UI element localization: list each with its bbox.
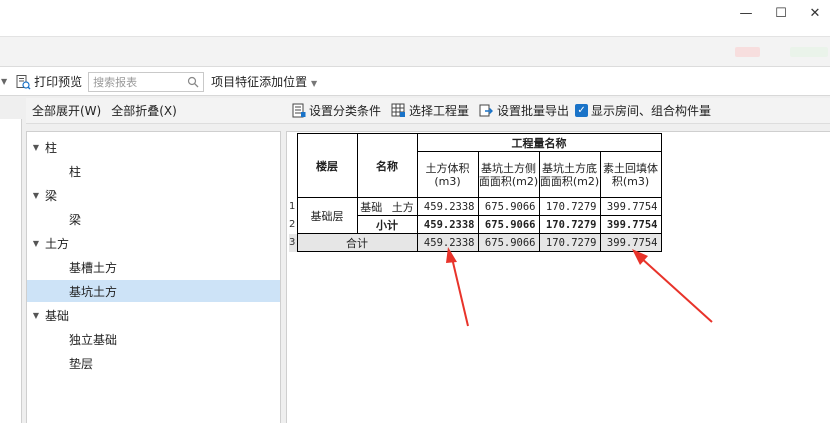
cell-subtotal-value[interactable]: 459.2338 bbox=[416, 215, 479, 234]
chevron-down-icon: ▼ bbox=[311, 79, 318, 88]
export-icon bbox=[479, 104, 494, 117]
tree-item-label: 垫层 bbox=[69, 356, 94, 371]
cell-value[interactable]: 399.7754 bbox=[599, 197, 662, 216]
item-name: 基础 bbox=[360, 200, 383, 214]
search-input[interactable]: 搜索报表 bbox=[88, 71, 205, 92]
classification-icon bbox=[292, 103, 306, 118]
left-gutter bbox=[0, 119, 22, 423]
main-area: 全部展开(W) 全部折叠(X) ▼ 柱 柱 ▼ 梁 梁 ▼ 土方 基槽土方 基坑… bbox=[0, 95, 830, 423]
cell-item-name[interactable]: 基础 土方 bbox=[356, 197, 418, 216]
cell-value[interactable]: 675.9066 bbox=[477, 197, 540, 216]
tree-node-label: 柱 bbox=[45, 140, 58, 155]
minimize-button[interactable]: — bbox=[731, 2, 761, 24]
print-preview-icon bbox=[16, 74, 31, 89]
show-rooms-label: 显示房间、组合构件量 bbox=[591, 104, 712, 118]
caret-down-icon[interactable]: ▼ bbox=[27, 311, 45, 320]
row-number: 1 bbox=[289, 197, 298, 216]
grid-select-icon bbox=[391, 103, 406, 117]
show-rooms-checkbox[interactable]: ✓ 显示房间、组合构件量 bbox=[575, 102, 711, 119]
tree-node-label: 土方 bbox=[45, 236, 70, 251]
row-number: 3 bbox=[289, 233, 298, 252]
report-tree: ▼ 柱 柱 ▼ 梁 梁 ▼ 土方 基槽土方 基坑土方 ▼ 基础 独立基础 垫层 bbox=[26, 131, 281, 423]
tree-node-foundation[interactable]: ▼ 基础 bbox=[27, 304, 280, 326]
cell-floor[interactable]: 基础层 bbox=[296, 197, 358, 234]
cell-subtotal-value[interactable]: 170.7279 bbox=[538, 215, 601, 234]
cell-total-value[interactable]: 170.7279 bbox=[538, 233, 601, 252]
tree-item-label: 基坑土方 bbox=[69, 284, 118, 299]
tree-item-column[interactable]: 柱 bbox=[27, 160, 280, 182]
tree-item-beam[interactable]: 梁 bbox=[27, 208, 280, 230]
item-subname: 土方 bbox=[391, 200, 414, 214]
header-name: 名称 bbox=[356, 133, 418, 198]
cell-value[interactable]: 170.7279 bbox=[538, 197, 601, 216]
expand-all-button[interactable]: 全部展开(W) bbox=[32, 102, 101, 119]
header-col-backfill-volume: 素土回填体积(m3) bbox=[599, 151, 662, 198]
ribbon-highlight bbox=[735, 47, 760, 57]
ribbon-strip bbox=[0, 36, 830, 67]
header-col-earth-volume: 土方体积(m3) bbox=[416, 151, 479, 198]
chevron-down-icon[interactable]: ▼ bbox=[1, 77, 7, 86]
tree-node-label: 梁 bbox=[45, 188, 58, 203]
header-col-side-area: 基坑土方侧面面积(m2) bbox=[477, 151, 540, 198]
row-number: 2 bbox=[289, 215, 298, 234]
cell-total-value[interactable]: 459.2338 bbox=[416, 233, 479, 252]
report-panel-toolbar: 设置分类条件 选择工程量 设置批量导出 ✓ 显示房间、组合构件量 bbox=[282, 98, 830, 124]
report-grid: 楼层 名称 工程量名称 土方体积(m3) 基坑土方侧面面积(m2) 基坑土方底面… bbox=[286, 131, 830, 423]
checkbox-checked-icon[interactable]: ✓ bbox=[575, 104, 589, 117]
maximize-button[interactable]: ☐ bbox=[766, 2, 796, 24]
tree-node-label: 基础 bbox=[45, 308, 70, 323]
cell-subtotal-label[interactable]: 小计 bbox=[356, 215, 418, 234]
cell-subtotal-value[interactable]: 399.7754 bbox=[599, 215, 662, 234]
ribbon-highlight bbox=[790, 47, 828, 57]
header-col-bottom-area: 基坑土方底面面积(m2) bbox=[538, 151, 601, 198]
title-bar: — ☐ ✕ bbox=[0, 0, 830, 26]
row-number-header bbox=[289, 133, 298, 198]
tree-node-earthwork[interactable]: ▼ 土方 bbox=[27, 232, 280, 254]
search-icon[interactable] bbox=[187, 76, 199, 88]
feature-position-dropdown[interactable]: 项目特征添加位置 ▼ bbox=[211, 73, 317, 90]
report-toolbar: ▼ 打印预览 搜索报表 项目特征添加位置 ▼ bbox=[0, 68, 830, 95]
tree-item-label: 梁 bbox=[69, 212, 82, 227]
tree-item-label: 独立基础 bbox=[69, 332, 118, 347]
select-quantity-button[interactable]: 选择工程量 bbox=[391, 102, 469, 119]
set-classification-label: 设置分类条件 bbox=[309, 104, 382, 118]
caret-down-icon[interactable]: ▼ bbox=[27, 191, 45, 200]
caret-down-icon[interactable]: ▼ bbox=[27, 143, 45, 152]
feature-position-label: 项目特征添加位置 bbox=[211, 75, 308, 89]
quantity-report-table: 楼层 名称 工程量名称 土方体积(m3) 基坑土方侧面面积(m2) 基坑土方底面… bbox=[289, 133, 662, 252]
cell-total-label[interactable]: 合计 bbox=[296, 233, 418, 252]
tree-item-label: 柱 bbox=[69, 164, 82, 179]
cell-value[interactable]: 459.2338 bbox=[416, 197, 479, 216]
select-quantity-label: 选择工程量 bbox=[409, 104, 470, 118]
tree-node-column[interactable]: ▼ 柱 bbox=[27, 136, 280, 158]
tree-item-trench-earthwork[interactable]: 基槽土方 bbox=[27, 256, 280, 278]
cell-subtotal-value[interactable]: 675.9066 bbox=[477, 215, 540, 234]
close-button[interactable]: ✕ bbox=[800, 2, 830, 24]
tree-item-isolated-footing[interactable]: 独立基础 bbox=[27, 328, 280, 350]
search-placeholder: 搜索报表 bbox=[93, 75, 138, 89]
cell-total-value[interactable]: 399.7754 bbox=[599, 233, 662, 252]
tree-item-label: 基槽土方 bbox=[69, 260, 118, 275]
header-quantity-group: 工程量名称 bbox=[416, 133, 662, 152]
set-batch-export-button[interactable]: 设置批量导出 bbox=[479, 102, 569, 119]
tree-actions: 全部展开(W) 全部折叠(X) bbox=[26, 98, 282, 124]
tree-item-pit-earthwork[interactable]: 基坑土方 bbox=[27, 280, 280, 302]
tree-node-beam[interactable]: ▼ 梁 bbox=[27, 184, 280, 206]
print-preview-button[interactable]: 打印预览 bbox=[15, 73, 82, 90]
cell-total-value[interactable]: 675.9066 bbox=[477, 233, 540, 252]
header-floor: 楼层 bbox=[296, 133, 358, 198]
caret-down-icon[interactable]: ▼ bbox=[27, 239, 45, 248]
report-tree-panel: 全部展开(W) 全部折叠(X) ▼ 柱 柱 ▼ 梁 梁 ▼ 土方 基槽土方 基坑… bbox=[26, 96, 282, 423]
collapse-all-button[interactable]: 全部折叠(X) bbox=[111, 102, 177, 119]
set-classification-button[interactable]: 设置分类条件 bbox=[292, 102, 381, 119]
print-preview-label: 打印预览 bbox=[34, 75, 83, 89]
report-panel: 设置分类条件 选择工程量 设置批量导出 ✓ 显示房间、组合构件量 楼层 名称 工… bbox=[282, 96, 830, 423]
tree-item-cushion[interactable]: 垫层 bbox=[27, 352, 280, 374]
set-batch-export-label: 设置批量导出 bbox=[497, 104, 570, 118]
